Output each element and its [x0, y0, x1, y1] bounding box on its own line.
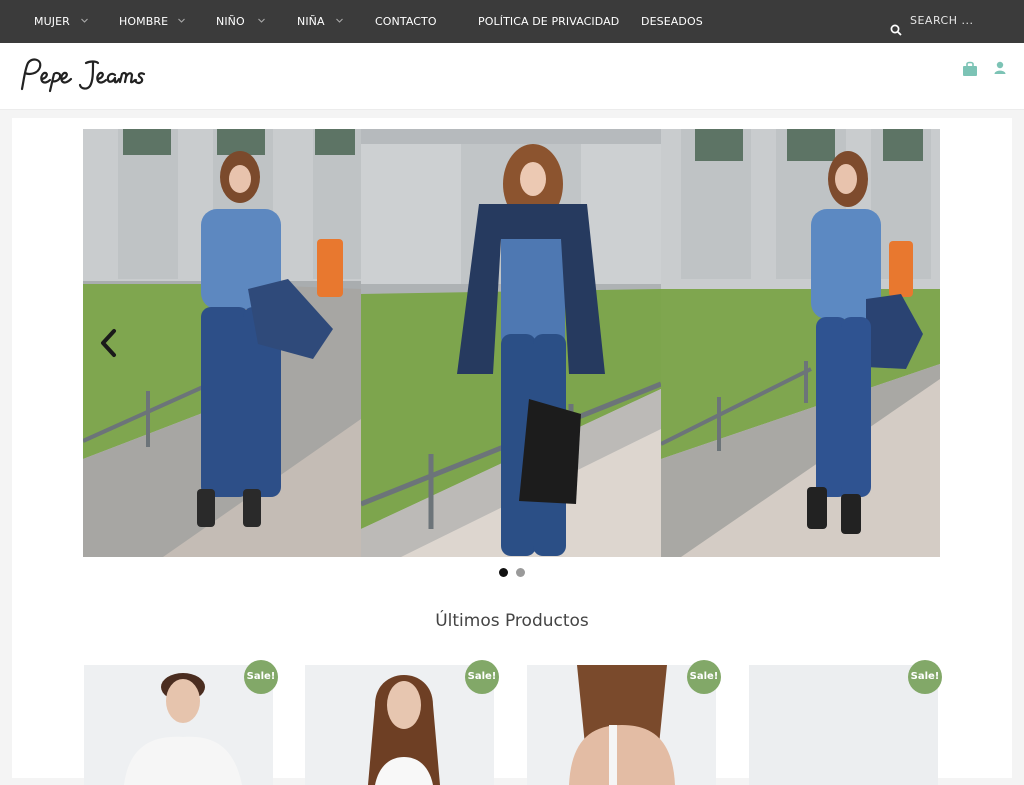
pepe-jeans-logo[interactable] — [16, 55, 156, 99]
slider-dot-1[interactable] — [499, 568, 508, 577]
sale-badge: Sale! — [687, 660, 721, 694]
slide-image-woman-denim-jacket — [361, 129, 661, 557]
section-title: Últimos Productos — [435, 611, 589, 631]
nav-item-politica-de-privacidad[interactable]: POLÍTICA DE PRIVACIDAD — [478, 0, 619, 43]
nav-item-contacto[interactable]: CONTACTO — [375, 0, 437, 43]
slide-image-woman-denim-shirt — [83, 129, 361, 557]
hero-slider[interactable] — [83, 129, 940, 557]
sale-badge: Sale! — [244, 660, 278, 694]
user-icon[interactable] — [992, 60, 1010, 78]
nav-item-deseados[interactable]: DESEADOS — [641, 0, 703, 43]
chevron-down-icon[interactable] — [177, 16, 186, 25]
chevron-down-icon[interactable] — [257, 16, 266, 25]
chevron-down-icon[interactable] — [335, 16, 344, 25]
nav-item-hombre[interactable]: HOMBRE — [119, 0, 168, 43]
slider-prev-arrow-icon[interactable] — [98, 328, 120, 358]
nav-item-nina[interactable]: NIÑA — [297, 0, 325, 43]
slider-dot-2[interactable] — [516, 568, 525, 577]
sale-badge: Sale! — [908, 660, 942, 694]
chevron-down-icon[interactable] — [80, 16, 89, 25]
slide-image-woman-holding-jacket — [661, 129, 940, 557]
site-header — [0, 43, 1024, 110]
sale-badge: Sale! — [465, 660, 499, 694]
nav-item-mujer[interactable]: MUJER — [34, 0, 70, 43]
top-navigation-bar: MUJER HOMBRE NIÑO NIÑA CONTACTO POLÍTICA… — [0, 0, 1024, 43]
search-input[interactable] — [910, 9, 1010, 31]
shopping-bag-icon[interactable] — [961, 60, 979, 78]
search-icon[interactable] — [890, 13, 902, 36]
nav-item-nino[interactable]: NIÑO — [216, 0, 245, 43]
